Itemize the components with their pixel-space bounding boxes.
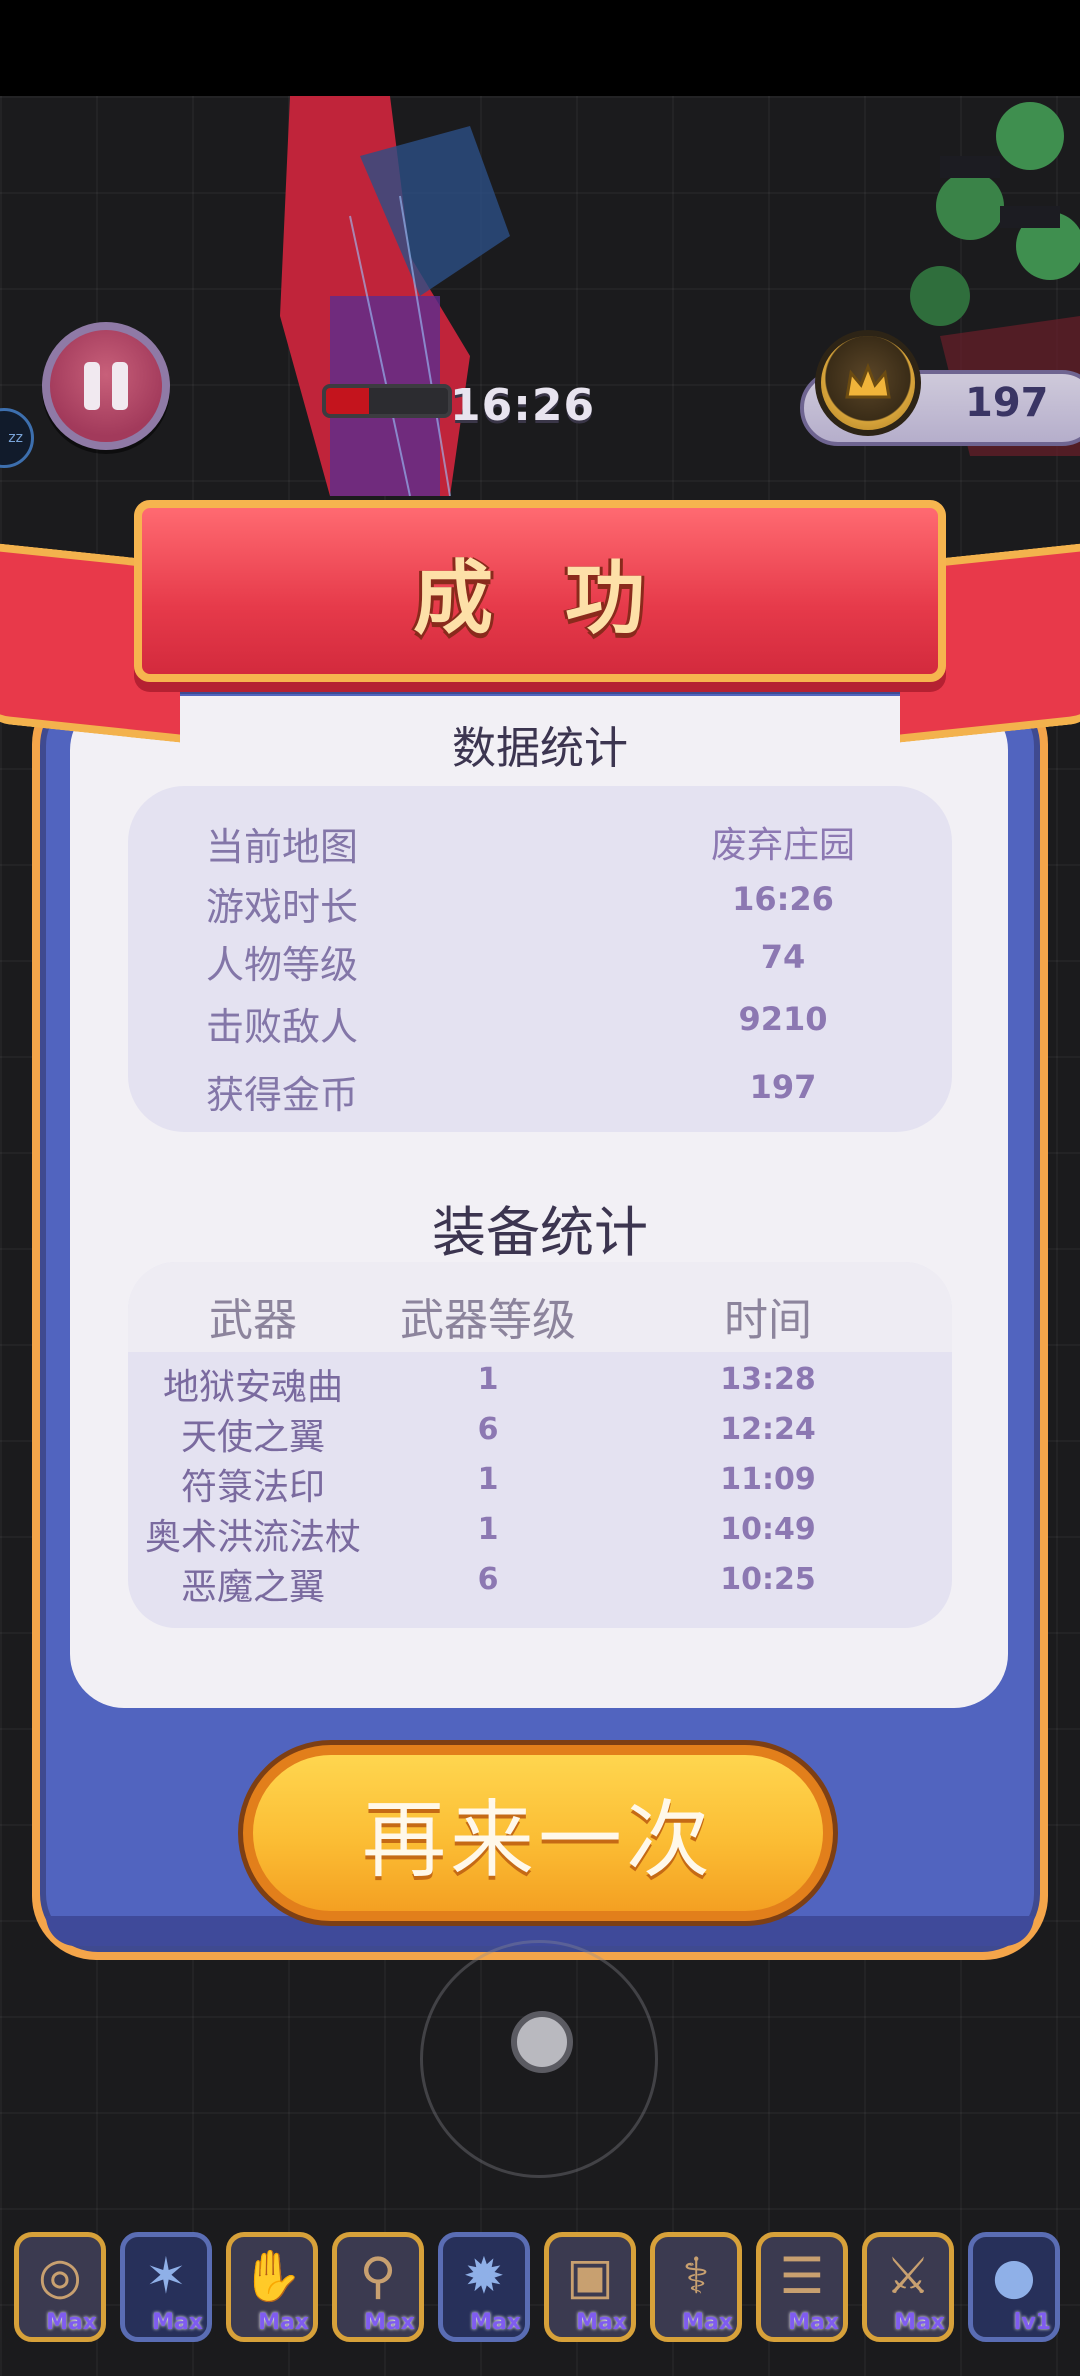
weapon-slot-level: Max <box>788 2310 839 2335</box>
retry-button[interactable]: 再来一次 <box>238 1740 838 1926</box>
weapon-slot[interactable]: ● lv1 <box>968 2232 1060 2342</box>
stat-label: 游戏时长 <box>206 885 359 929</box>
boss-hp-bar <box>322 384 452 418</box>
stat-row: 人物等级 74 <box>128 934 952 990</box>
weapon-name: 符箓法印 <box>180 1467 325 1508</box>
stat-label: 获得金币 <box>206 1073 359 1117</box>
header-weapon: 武器 <box>209 1295 297 1346</box>
leather-glove-icon: ✋ <box>240 2247 304 2305</box>
joystick-knob[interactable] <box>511 2011 573 2073</box>
weapon-name: 奥术洪流法杖 <box>144 1517 361 1558</box>
weapon-level: 1 <box>477 1362 499 1397</box>
weapon-level: 6 <box>477 1562 499 1597</box>
equip-title: 装备统计 <box>432 1201 648 1264</box>
magic-staff-icon: ⚲ <box>359 2247 397 2305</box>
scroll-icon: ☰ <box>779 2247 825 2305</box>
weapon-slot[interactable]: ⚕ Max <box>650 2232 742 2342</box>
game-timer: 16:26 <box>450 380 596 431</box>
stat-row: 游戏时长 16:26 <box>128 876 952 932</box>
weapon-slot[interactable]: ✋ Max <box>226 2232 318 2342</box>
crown-coin-icon <box>815 330 921 436</box>
weapon-slot-level: Max <box>152 2310 203 2335</box>
stat-value: 197 <box>749 1068 817 1106</box>
stat-label: 击败敌人 <box>206 1005 359 1049</box>
stat-row: 获得金币 197 <box>128 1064 952 1120</box>
equipment-header: 武器 武器等级 时间 <box>128 1262 952 1352</box>
header-level: 武器等级 <box>400 1295 576 1346</box>
sleep-label: zz <box>8 430 23 446</box>
weapon-time: 10:25 <box>720 1562 816 1597</box>
pause-button[interactable] <box>42 322 170 450</box>
stat-label: 人物等级 <box>206 943 359 987</box>
header-time: 时间 <box>724 1295 812 1346</box>
boss-hp-fill <box>326 388 369 414</box>
retry-label: 再来一次 <box>361 1790 714 1889</box>
coin-count: 197 <box>965 380 1049 426</box>
weapon-slot[interactable]: ⚲ Max <box>332 2232 424 2342</box>
weapon-name: 地狱安魂曲 <box>162 1367 343 1408</box>
weapon-level: 6 <box>477 1412 499 1447</box>
equipment-row: 奥术洪流法杖 1 10:49 <box>128 1508 952 1558</box>
weapon-name: 天使之翼 <box>180 1417 325 1458</box>
weapon-level: 1 <box>477 1462 499 1497</box>
stats-table: 当前地图 废弃庄园 游戏时长 16:26 人物等级 74 击败敌人 9210 获… <box>128 786 952 1132</box>
stat-value: 74 <box>760 938 806 976</box>
weapon-slot-level: Max <box>894 2310 945 2335</box>
crystal-staff-icon: ⚕ <box>682 2247 710 2305</box>
wings-icon: ✶ <box>145 2247 187 2305</box>
equipment-row: 地狱安魂曲 1 13:28 <box>128 1358 952 1408</box>
equipment-row: 恶魔之翼 6 10:25 <box>128 1558 952 1608</box>
equipment-table: 武器 武器等级 时间 地狱安魂曲 1 13:28 天使之翼 6 12:24 符箓… <box>128 1262 952 1628</box>
weapon-bar: ◎ Max ✶ Max ✋ Max ⚲ Max ✹ Max ▣ Max ⚕ Max ☰ Max ⚔ Max ● lv1 <box>14 2232 1074 2346</box>
demon-wings-icon: ✹ <box>463 2247 505 2305</box>
weapon-slot[interactable]: ⚔ Max <box>862 2232 954 2342</box>
result-title: 成 功 <box>413 551 667 645</box>
stat-value: 废弃庄园 <box>710 825 855 866</box>
pause-icon <box>84 362 100 410</box>
stats-title: 数据统计 <box>452 723 628 774</box>
weapon-slot-level: Max <box>682 2310 733 2335</box>
weapon-name: 恶魔之翼 <box>180 1567 325 1608</box>
weapon-level: 1 <box>477 1512 499 1547</box>
weapon-slot-level: Max <box>576 2310 627 2335</box>
boss-monster <box>280 96 510 496</box>
sword-icon: ⚔ <box>885 2247 931 2305</box>
weapon-slot[interactable]: ◎ Max <box>14 2232 106 2342</box>
equipment-row: 天使之翼 6 12:24 <box>128 1408 952 1458</box>
equipment-row: 符箓法印 1 11:09 <box>128 1458 952 1508</box>
spiral-disc-icon: ◎ <box>38 2247 82 2305</box>
weapon-slot-level: lv1 <box>1013 2310 1051 2335</box>
stat-value: 16:26 <box>732 880 834 918</box>
weapon-time: 10:49 <box>720 1512 816 1547</box>
weapon-slot-level: Max <box>470 2310 521 2335</box>
stat-row: 击败敌人 9210 <box>128 996 952 1052</box>
stat-row: 当前地图 废弃庄园 <box>128 816 952 872</box>
weapon-time: 13:28 <box>720 1362 816 1397</box>
weapon-slot[interactable]: ▣ Max <box>544 2232 636 2342</box>
weapon-slot-level: Max <box>46 2310 97 2335</box>
weapon-slot-level: Max <box>364 2310 415 2335</box>
weapon-slot[interactable]: ✶ Max <box>120 2232 212 2342</box>
stone-block-icon: ▣ <box>566 2247 614 2305</box>
blue-orb-icon: ● <box>992 2247 1036 2305</box>
virtual-joystick[interactable] <box>420 1940 658 2178</box>
stat-label: 当前地图 <box>206 825 359 869</box>
weapon-time: 12:24 <box>720 1412 816 1447</box>
weapon-slot[interactable]: ✹ Max <box>438 2232 530 2342</box>
weapon-time: 11:09 <box>720 1462 816 1497</box>
weapon-slot[interactable]: ☰ Max <box>756 2232 848 2342</box>
stat-value: 9210 <box>738 1000 828 1038</box>
weapon-slot-level: Max <box>258 2310 309 2335</box>
